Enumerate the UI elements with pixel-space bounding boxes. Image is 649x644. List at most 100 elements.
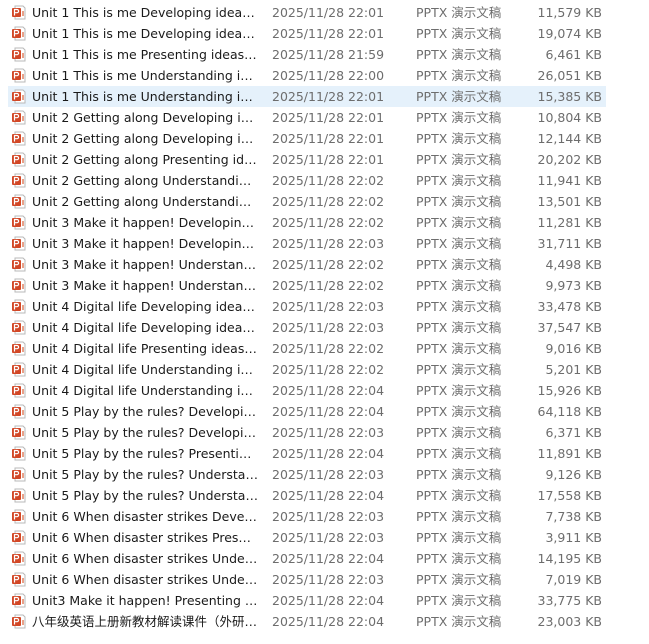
file-row[interactable]: Unit 5 Play by the rules? Understandi...… [0,485,649,506]
file-modified-date: 2025/11/28 22:01 [272,5,385,20]
file-size: 10,804 KB [537,110,602,125]
file-modified-date: 2025/11/28 22:01 [272,110,385,125]
file-name[interactable]: Unit3 Make it happen! Presenting ide... [32,590,258,611]
file-row[interactable]: Unit 1 This is me Developing ideas (R...… [0,23,649,44]
file-row[interactable]: Unit 6 When disaster strikes Presenti...… [0,527,649,548]
file-row[interactable]: Unit 3 Make it happen! Developing i... 20… [0,233,649,254]
pptx-file-icon [12,404,26,419]
file-name[interactable]: Unit 5 Play by the rules? Understandi... [32,485,258,506]
file-row[interactable]: Unit 6 When disaster strikes Develop... 2… [0,506,649,527]
file-modified-date: 2025/11/28 22:02 [272,278,385,293]
file-row[interactable]: Unit 2 Getting along Understanding i... 2… [0,191,649,212]
file-name[interactable]: Unit 1 This is me Understanding idea... [32,86,258,107]
file-name[interactable]: Unit 4 Digital life Presenting ideas课... [32,338,258,359]
file-row[interactable]: Unit 6 When disaster strikes Underst... 2… [0,548,649,569]
file-row[interactable]: Unit 5 Play by the rules? Presenting i..… [0,443,649,464]
file-name[interactable]: Unit 3 Make it happen! Developing i... [32,212,258,233]
file-name[interactable]: Unit 5 Play by the rules? Understandi... [32,464,258,485]
file-size: 20,202 KB [537,152,602,167]
pptx-file-icon [12,488,26,503]
file-type: PPTX 演示文稿 [416,26,502,41]
file-type: PPTX 演示文稿 [416,215,502,230]
file-row[interactable]: Unit 3 Make it happen! Understandin... 20… [0,275,649,296]
file-name[interactable]: Unit 2 Getting along Understanding i... [32,170,258,191]
file-name[interactable]: 八年级英语上册新教材解读课件（外研版... [32,611,258,632]
file-row[interactable]: Unit 5 Play by the rules? Understandi...… [0,464,649,485]
file-type: PPTX 演示文稿 [416,5,502,20]
pptx-file-icon [12,278,26,293]
file-type: PPTX 演示文稿 [416,278,502,293]
file-name[interactable]: Unit 3 Make it happen! Developing i... [32,233,258,254]
file-modified-date: 2025/11/28 22:01 [272,89,385,104]
file-modified-date: 2025/11/28 22:02 [272,194,385,209]
file-name[interactable]: Unit 3 Make it happen! Understandin... [32,254,258,275]
file-name[interactable]: Unit 1 This is me Presenting ideas（... [32,44,258,65]
pptx-file-icon [12,110,26,125]
file-name[interactable]: Unit 5 Play by the rules? Developing ... [32,422,258,443]
file-name[interactable]: Unit 6 When disaster strikes Underst... [32,548,258,569]
file-size: 9,016 KB [545,341,602,356]
file-size: 11,891 KB [537,446,602,461]
file-type: PPTX 演示文稿 [416,299,502,314]
file-size: 7,738 KB [545,509,602,524]
file-row[interactable]: Unit 1 This is me Understanding idea... 2… [0,86,649,107]
file-modified-date: 2025/11/28 21:59 [272,47,385,62]
file-type: PPTX 演示文稿 [416,530,502,545]
file-row[interactable]: Unit 3 Make it happen! Understandin... 20… [0,254,649,275]
file-name[interactable]: Unit 2 Getting along Developing idea... [32,128,258,149]
file-modified-date: 2025/11/28 22:03 [272,530,385,545]
file-name[interactable]: Unit 2 Getting along Understanding i... [32,191,258,212]
file-name[interactable]: Unit 2 Getting along Developing idea... [32,107,258,128]
file-type: PPTX 演示文稿 [416,467,502,482]
file-row[interactable]: Unit 4 Digital life Understanding idea..… [0,359,649,380]
file-name[interactable]: Unit 5 Play by the rules? Presenting i..… [32,443,258,464]
file-row[interactable]: Unit 1 This is me Developing ideas (L...… [0,2,649,23]
file-name[interactable]: Unit 4 Digital life Developing ideas (L.… [32,296,258,317]
file-type: PPTX 演示文稿 [416,236,502,251]
file-name[interactable]: Unit 1 This is me Developing ideas (L... [32,2,258,23]
pptx-file-icon [12,383,26,398]
file-name[interactable]: Unit 5 Play by the rules? Developing ... [32,401,258,422]
file-row[interactable]: Unit 4 Digital life Developing ideas (L.… [0,296,649,317]
file-name[interactable]: Unit 6 When disaster strikes Underst... [32,569,258,590]
file-name[interactable]: Unit 1 This is me Developing ideas (R... [32,23,258,44]
file-name[interactable]: Unit 2 Getting along Presenting ideas... [32,149,258,170]
file-name[interactable]: Unit 3 Make it happen! Understandin... [32,275,258,296]
pptx-file-icon [12,152,26,167]
file-row[interactable]: Unit 2 Getting along Understanding i... 2… [0,170,649,191]
file-size: 6,461 KB [545,47,602,62]
pptx-file-icon [12,320,26,335]
file-name[interactable]: Unit 4 Digital life Understanding idea..… [32,359,258,380]
file-row[interactable]: Unit 6 When disaster strikes Underst... 2… [0,569,649,590]
file-name[interactable]: Unit 4 Digital life Developing ideas (R.… [32,317,258,338]
file-size: 64,118 KB [537,404,602,419]
file-row[interactable]: Unit 3 Make it happen! Developing i... 20… [0,212,649,233]
file-row[interactable]: Unit 4 Digital life Understanding idea..… [0,380,649,401]
file-size: 33,775 KB [537,593,602,608]
file-row[interactable]: Unit 1 This is me Understanding idea... 2… [0,65,649,86]
file-name[interactable]: Unit 6 When disaster strikes Develop... [32,506,258,527]
file-size: 13,501 KB [537,194,602,209]
file-name[interactable]: Unit 4 Digital life Understanding idea..… [32,380,258,401]
pptx-file-icon [12,194,26,209]
file-row[interactable]: Unit 1 This is me Presenting ideas（... 20… [0,44,649,65]
file-row[interactable]: Unit 5 Play by the rules? Developing ...… [0,401,649,422]
file-row[interactable]: Unit 2 Getting along Developing idea... 2… [0,107,649,128]
file-modified-date: 2025/11/28 22:02 [272,341,385,356]
file-row[interactable]: Unit 4 Digital life Presenting ideas课...… [0,338,649,359]
pptx-file-icon [12,215,26,230]
file-name[interactable]: Unit 1 This is me Understanding idea... [32,65,258,86]
pptx-file-icon [12,173,26,188]
file-size: 9,126 KB [545,467,602,482]
file-type: PPTX 演示文稿 [416,551,502,566]
file-row[interactable]: Unit 2 Getting along Presenting ideas...… [0,149,649,170]
file-size: 17,558 KB [537,488,602,503]
file-row[interactable]: Unit 5 Play by the rules? Developing ...… [0,422,649,443]
file-size: 11,281 KB [537,215,602,230]
file-row[interactable]: 八年级英语上册新教材解读课件（外研版... 2025/11/28 22:04 PPT… [0,611,649,632]
file-row[interactable]: Unit 4 Digital life Developing ideas (R.… [0,317,649,338]
file-row[interactable]: Unit3 Make it happen! Presenting ide... 2… [0,590,649,611]
file-row[interactable]: Unit 2 Getting along Developing idea... 2… [0,128,649,149]
pptx-file-icon [12,47,26,62]
file-name[interactable]: Unit 6 When disaster strikes Presenti... [32,527,258,548]
